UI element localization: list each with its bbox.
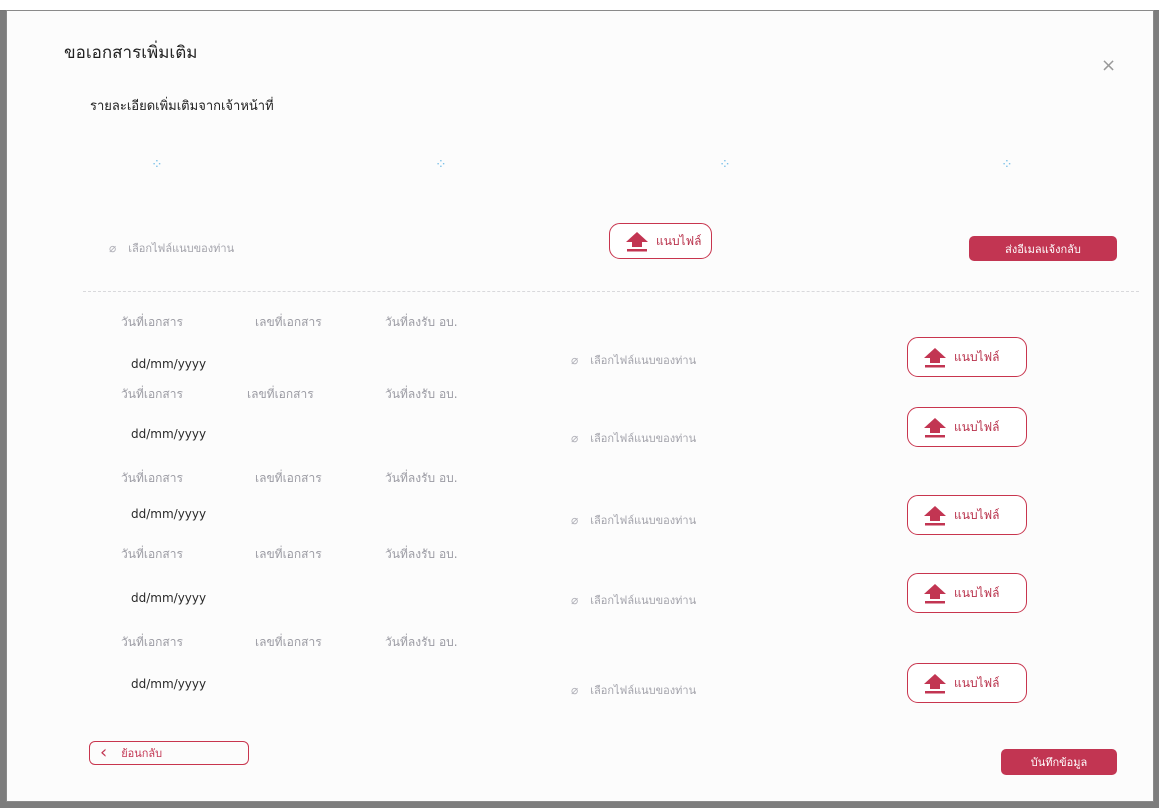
back-label: ย้อนกลับ: [121, 747, 163, 760]
file-placeholder: เลือกไฟล์แนบของท่าน: [590, 684, 697, 697]
request-documents-modal: ขอเอกสารเพิ่มเติม × รายละเอียดเพิ่มเติมจ…: [6, 10, 1154, 802]
row-file-picker[interactable]: ⌀ เลือกไฟล์แนบของท่าน: [571, 429, 696, 447]
doc-number-header: เลขที่เอกสาร: [255, 471, 322, 485]
paperclip-icon: ⌀: [571, 593, 579, 607]
doc-date-input[interactable]: dd/mm/yyyy: [131, 591, 206, 605]
file-placeholder: เลือกไฟล์แนบของท่าน: [590, 432, 697, 445]
file-placeholder: เลือกไฟล์แนบของท่าน: [128, 242, 235, 255]
doc-number-header: เลขที่เอกสาร: [247, 387, 314, 401]
row-upload-button[interactable]: แนบไฟล์: [907, 337, 1027, 377]
row-file-picker[interactable]: ⌀ เลือกไฟล์แนบของท่าน: [571, 511, 696, 529]
row-file-picker[interactable]: ⌀ เลือกไฟล์แนบของท่าน: [571, 351, 696, 369]
file-placeholder: เลือกไฟล์แนบของท่าน: [590, 354, 697, 367]
doc-date-header: วันที่เอกสาร: [121, 387, 183, 401]
doc-date-header: วันที่เอกสาร: [121, 315, 183, 329]
row-file-picker[interactable]: ⌀ เลือกไฟล์แนบของท่าน: [571, 591, 696, 609]
doc-number-header: เลขที่เอกสาร: [255, 547, 322, 561]
upload-label: แนบไฟล์: [954, 507, 1000, 522]
section-divider: [83, 291, 1139, 292]
upload-icon: [924, 418, 946, 438]
row-file-picker[interactable]: ⌀ เลือกไฟล์แนบของท่าน: [571, 681, 696, 699]
doc-date-header: วันที่เอกสาร: [121, 547, 183, 561]
upload-icon: [924, 506, 946, 526]
upload-icon: [924, 348, 946, 368]
top-file-picker[interactable]: ⌀ เลือกไฟล์แนบของท่าน: [109, 239, 234, 257]
row-upload-button[interactable]: แนบไฟล์: [907, 495, 1027, 535]
doc-date-input[interactable]: dd/mm/yyyy: [131, 427, 206, 441]
save-button[interactable]: บันทึกข้อมูล: [1001, 749, 1117, 775]
top-upload-button[interactable]: แนบไฟล์: [609, 223, 713, 259]
loading-icon: ⁘: [435, 157, 448, 173]
upload-icon: [626, 232, 648, 252]
received-date-header: วันที่ลงรับ อบ.: [385, 471, 458, 485]
upload-label: แนบไฟล์: [656, 233, 702, 248]
row-upload-button[interactable]: แนบไฟล์: [907, 663, 1027, 703]
received-date-header: วันที่ลงรับ อบ.: [385, 635, 458, 649]
doc-date-input[interactable]: dd/mm/yyyy: [131, 507, 206, 521]
upload-label: แนบไฟล์: [954, 349, 1000, 364]
received-date-header: วันที่ลงรับ อบ.: [385, 315, 458, 329]
upload-label: แนบไฟล์: [954, 585, 1000, 600]
back-button[interactable]: ‹ ย้อนกลับ: [89, 741, 249, 765]
doc-date-header: วันที่เอกสาร: [121, 471, 183, 485]
loading-icon: ⁘: [151, 157, 164, 173]
loading-icon: ⁘: [719, 157, 732, 173]
officer-details-heading: รายละเอียดเพิ่มเติมจากเจ้าหน้าที่: [90, 99, 274, 114]
doc-date-input[interactable]: dd/mm/yyyy: [131, 357, 206, 371]
received-date-header: วันที่ลงรับ อบ.: [385, 547, 458, 561]
paperclip-icon: ⌀: [571, 431, 579, 445]
upload-label: แนบไฟล์: [954, 675, 1000, 690]
paperclip-icon: ⌀: [571, 353, 579, 367]
upload-label: แนบไฟล์: [954, 419, 1000, 434]
file-placeholder: เลือกไฟล์แนบของท่าน: [590, 594, 697, 607]
send-email-button[interactable]: ส่งอีเมลแจ้งกลับ: [969, 236, 1117, 261]
row-upload-button[interactable]: แนบไฟล์: [907, 407, 1027, 447]
doc-date-header: วันที่เอกสาร: [121, 635, 183, 649]
paperclip-icon: ⌀: [109, 241, 117, 255]
upload-icon: [924, 674, 946, 694]
upload-icon: [924, 584, 946, 604]
loading-icon: ⁘: [1001, 157, 1014, 173]
close-icon[interactable]: ×: [1101, 55, 1116, 76]
paperclip-icon: ⌀: [571, 683, 579, 697]
received-date-header: วันที่ลงรับ อบ.: [385, 387, 458, 401]
modal-title: ขอเอกสารเพิ่มเติม: [64, 43, 198, 63]
doc-date-input[interactable]: dd/mm/yyyy: [131, 677, 206, 691]
chevron-left-icon: ‹: [100, 741, 108, 763]
file-placeholder: เลือกไฟล์แนบของท่าน: [590, 514, 697, 527]
doc-number-header: เลขที่เอกสาร: [255, 315, 322, 329]
paperclip-icon: ⌀: [571, 513, 579, 527]
row-upload-button[interactable]: แนบไฟล์: [907, 573, 1027, 613]
doc-number-header: เลขที่เอกสาร: [255, 635, 322, 649]
